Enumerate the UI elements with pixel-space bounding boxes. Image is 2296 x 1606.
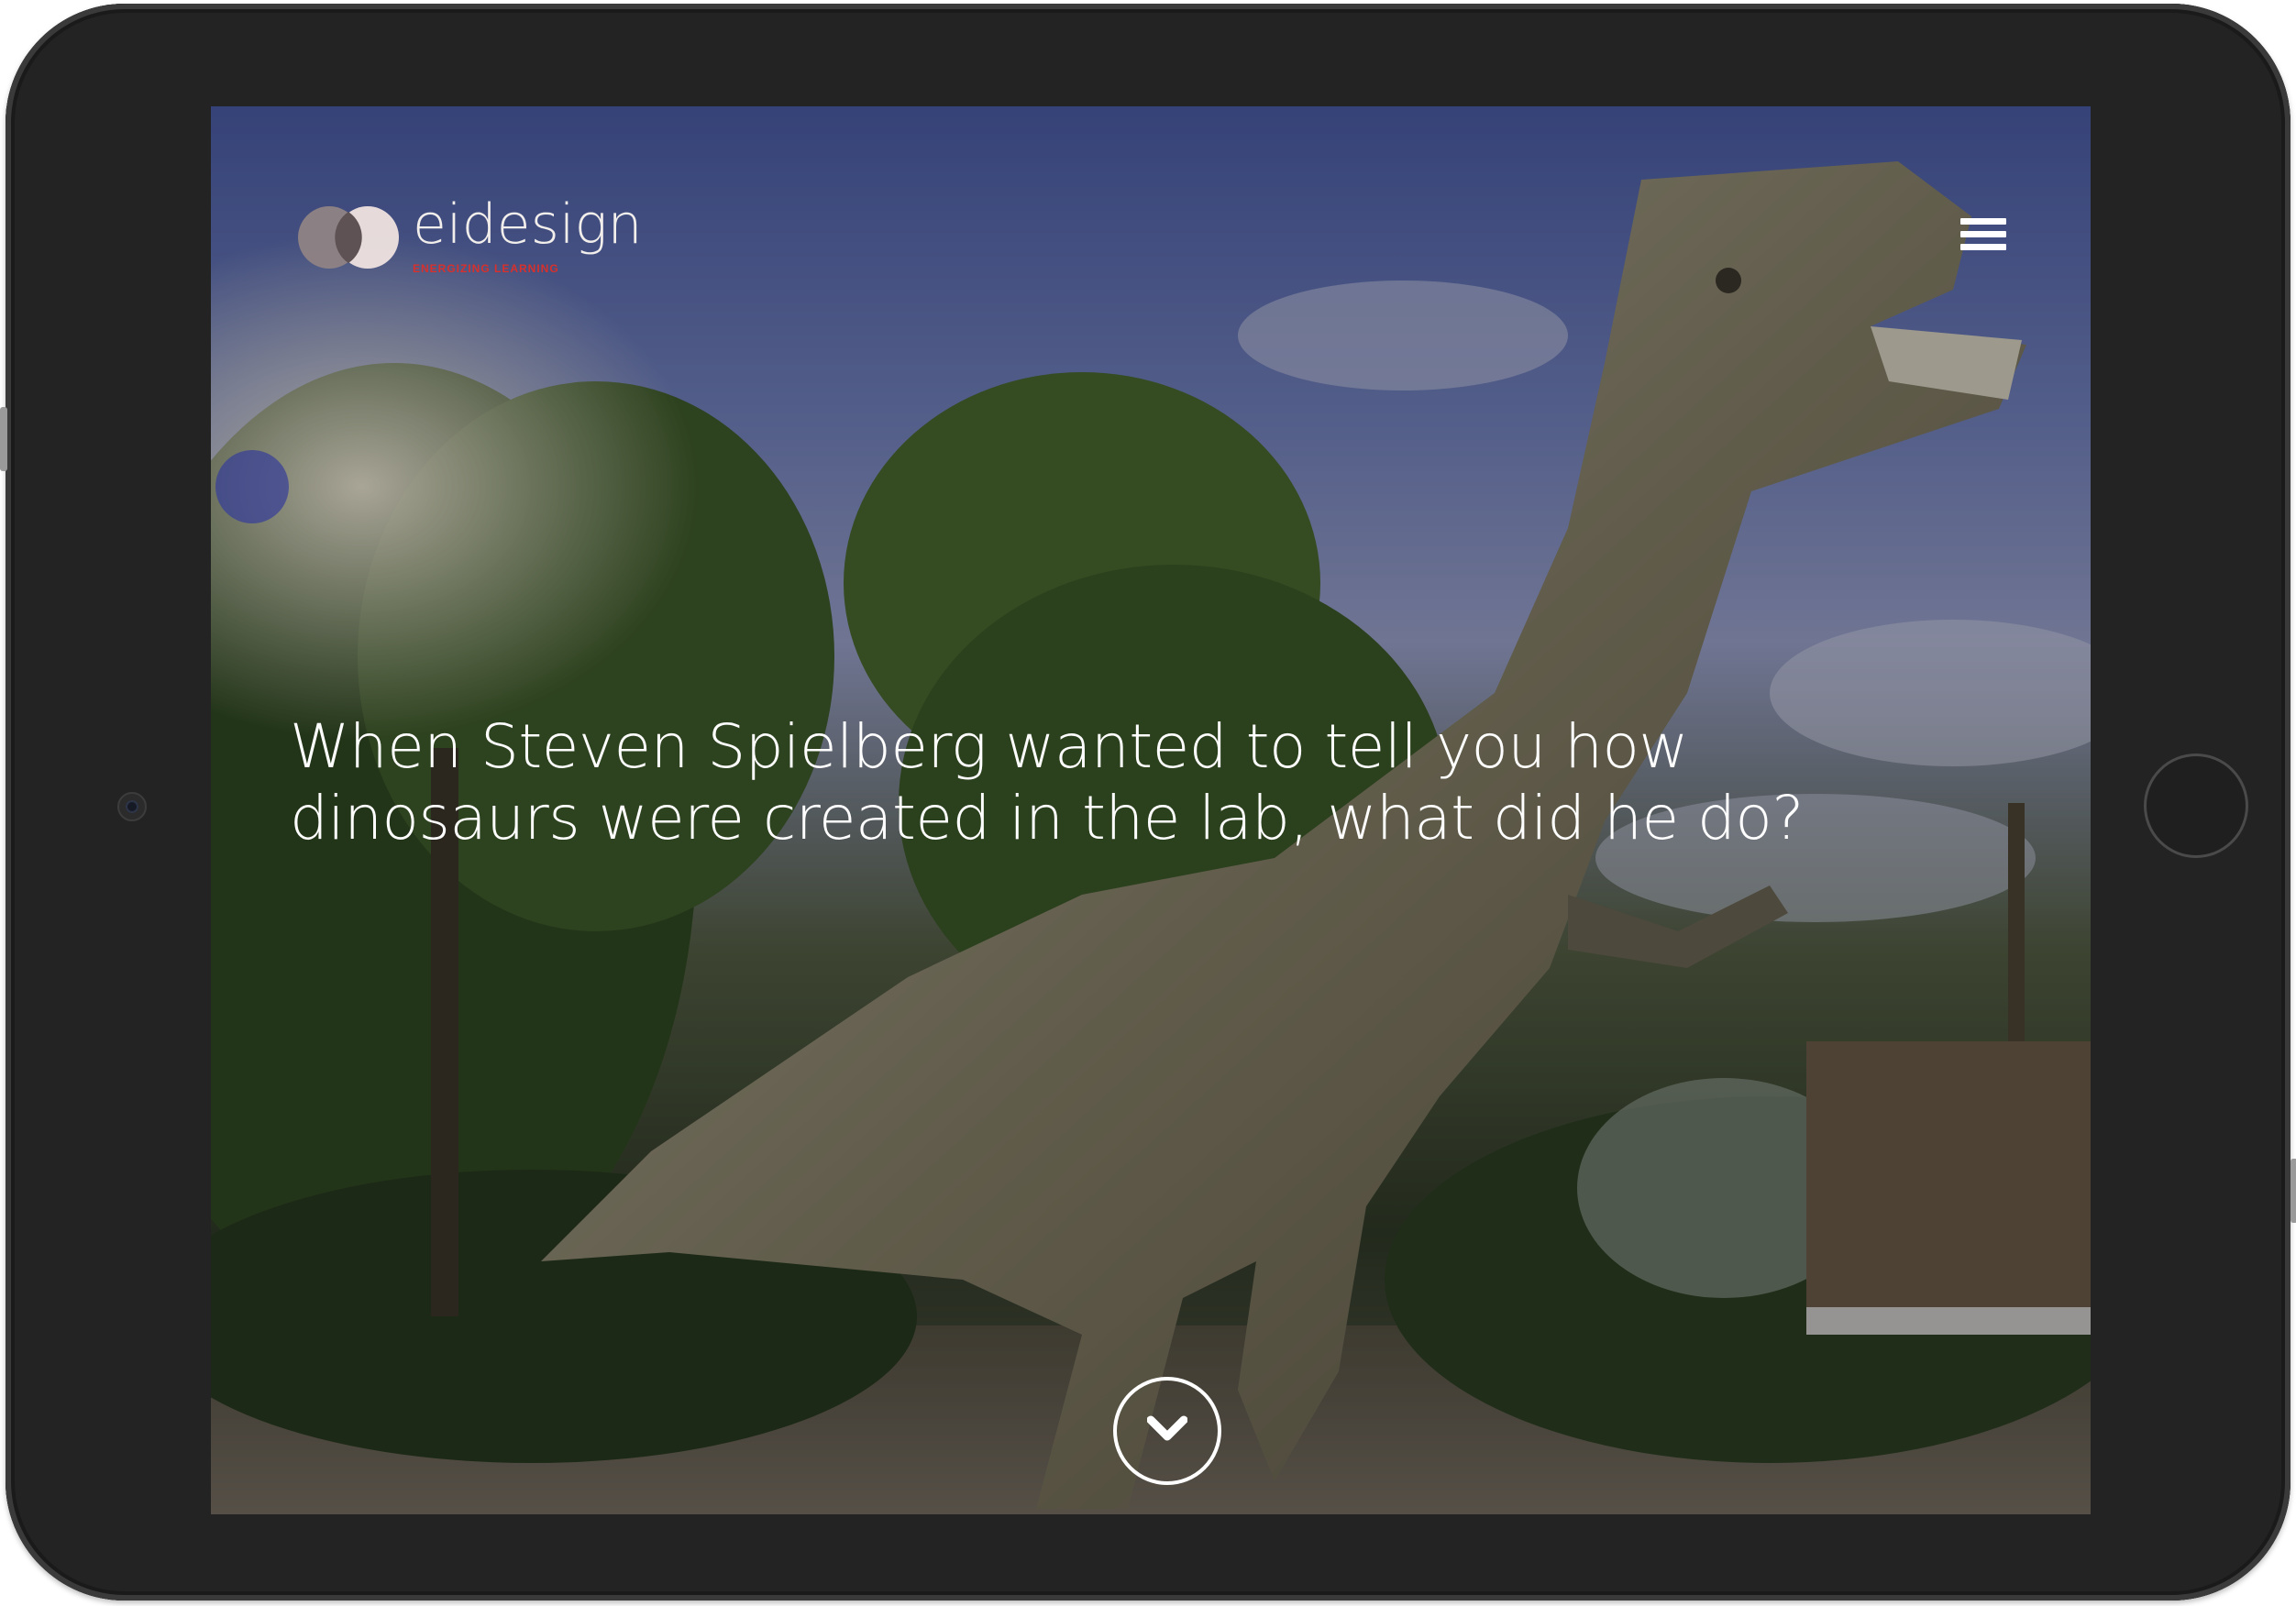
tablet-device-frame: eidesign ENERGIZING LEARNING When Steven…	[0, 4, 2296, 1600]
logo-mark-icon	[298, 206, 399, 269]
home-button[interactable]	[2144, 754, 2248, 858]
scroll-down-button[interactable]	[1113, 1377, 1221, 1485]
site-logo[interactable]: eidesign ENERGIZING LEARNING	[295, 192, 680, 280]
hamburger-menu-icon[interactable]	[1960, 218, 2006, 258]
device-side-button	[0, 407, 7, 471]
chevron-down-icon	[1147, 1415, 1187, 1441]
headline-line-1: When Steven Spielberg wanted to tell you…	[290, 711, 1688, 782]
menu-bar	[1960, 218, 2006, 225]
headline-line-2: dinosaurs were created in the lab, what …	[290, 783, 1804, 853]
logo-wordmark: eidesign	[413, 192, 643, 257]
menu-bar	[1960, 244, 2006, 250]
website-screen: eidesign ENERGIZING LEARNING When Steven…	[211, 106, 2091, 1514]
menu-bar	[1960, 231, 2006, 237]
front-camera	[117, 792, 147, 821]
device-side-button	[2290, 1159, 2296, 1223]
hero-headline: When Steven Spielberg wanted to tell you…	[290, 711, 1885, 854]
logo-tagline: ENERGIZING LEARNING	[413, 262, 559, 275]
